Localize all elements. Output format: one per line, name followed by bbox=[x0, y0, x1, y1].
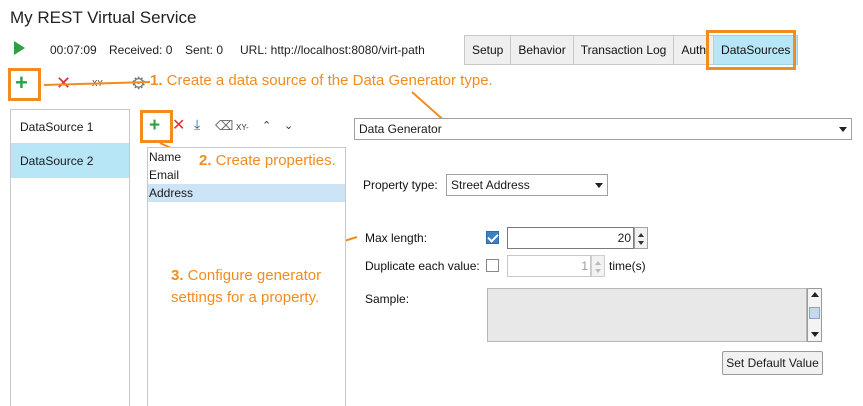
set-default-value-button[interactable]: Set Default Value bbox=[722, 351, 823, 375]
property-type-value: Street Address bbox=[451, 178, 530, 192]
max-length-label: Max length: bbox=[365, 231, 428, 245]
add-property-button[interactable]: + bbox=[149, 116, 160, 135]
max-length-input[interactable]: 20 bbox=[507, 227, 634, 249]
chevron-down-icon bbox=[638, 241, 644, 245]
annotation-step3-line1: Configure generator bbox=[183, 267, 322, 284]
datasource-type-value: Data Generator bbox=[359, 122, 442, 136]
duplicate-input[interactable]: 1 bbox=[507, 255, 591, 277]
download-icon[interactable]: ⤓ bbox=[194, 116, 200, 133]
move-up-icon[interactable]: ⌃ bbox=[262, 119, 271, 132]
annotation-step1-text: Create a data source of the Data Generat… bbox=[162, 72, 493, 89]
max-length-checkbox[interactable] bbox=[486, 231, 499, 244]
sample-scrollbar[interactable] bbox=[807, 288, 822, 342]
datasource-list: DataSource 1 DataSource 2 bbox=[10, 109, 130, 406]
datasource-item[interactable]: DataSource 1 bbox=[11, 110, 129, 144]
duplicate-stepper[interactable] bbox=[591, 255, 605, 277]
datasource-type-select[interactable]: Data Generator bbox=[354, 118, 852, 140]
move-down-icon[interactable]: ⌄ bbox=[284, 119, 293, 132]
chevron-down-icon bbox=[839, 127, 847, 132]
annotation-step2-number: 2. bbox=[199, 152, 212, 169]
scroll-up-icon[interactable] bbox=[811, 292, 819, 297]
property-item-selected[interactable]: Address bbox=[148, 184, 345, 202]
scroll-thumb[interactable] bbox=[809, 307, 820, 319]
sample-box bbox=[487, 288, 807, 342]
annotation-step1-number: 1. bbox=[150, 72, 163, 89]
datasource-item-selected[interactable]: DataSource 2 bbox=[11, 144, 129, 178]
annotation-step1: 1. Create a data source of the Data Gene… bbox=[150, 72, 493, 89]
duplicate-checkbox[interactable] bbox=[486, 259, 499, 272]
rename-icon: XY bbox=[236, 123, 246, 132]
annotation-step3: 3. Configure generator settings for a pr… bbox=[171, 265, 321, 309]
chevron-down-icon bbox=[595, 269, 601, 273]
property-type-select[interactable]: Street Address bbox=[446, 174, 608, 196]
chevron-up-icon bbox=[595, 261, 601, 265]
property-type-label: Property type: bbox=[363, 178, 438, 192]
annotation-step2: 2. Create properties. bbox=[199, 152, 336, 169]
arrow-step1-left bbox=[43, 81, 151, 86]
duplicate-unit: time(s) bbox=[609, 259, 646, 273]
annotation-step3-line2: settings for a property. bbox=[171, 289, 320, 306]
annotation-step2-text: Create properties. bbox=[211, 152, 336, 169]
chevron-down-icon bbox=[595, 183, 603, 188]
duplicate-label: Duplicate each value: bbox=[365, 259, 480, 273]
rename-property-button[interactable]: XY- bbox=[236, 123, 249, 132]
chevron-up-icon bbox=[638, 233, 644, 237]
sample-label: Sample: bbox=[365, 292, 410, 306]
eraser-icon[interactable]: ⌫ bbox=[215, 118, 233, 134]
max-length-stepper[interactable] bbox=[634, 227, 648, 249]
delete-property-button[interactable]: ✕ bbox=[172, 118, 185, 134]
scroll-down-icon[interactable] bbox=[811, 332, 819, 337]
annotation-step3-number: 3. bbox=[171, 267, 184, 284]
